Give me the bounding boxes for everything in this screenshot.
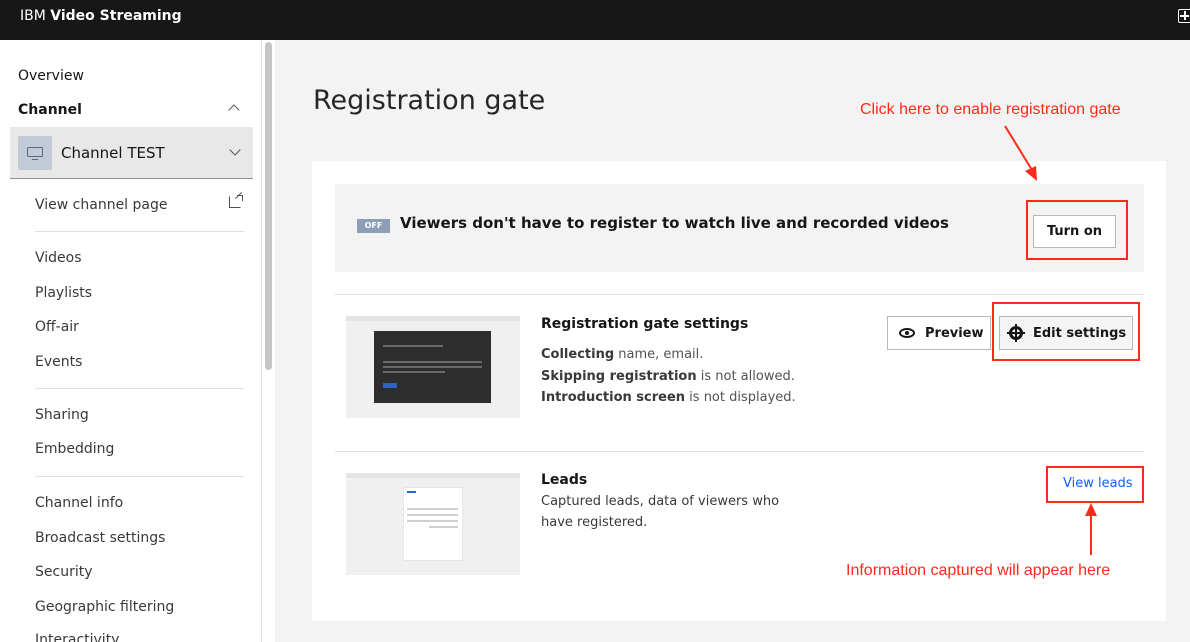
preview-button[interactable]: Preview — [887, 316, 991, 350]
page-title: Registration gate — [313, 85, 546, 116]
sidebar-item-events[interactable]: Events — [35, 354, 82, 370]
leads-description-line1: Captured leads, data of viewers who — [541, 494, 780, 509]
sidebar-item-off-air[interactable]: Off-air — [35, 319, 79, 335]
section-divider — [335, 294, 1144, 295]
settings-line-collecting: Collecting name, email. — [541, 347, 704, 362]
sidebar-item-playlists[interactable]: Playlists — [35, 285, 92, 301]
channel-thumbnail — [18, 136, 52, 170]
sidebar-item-overview[interactable]: Overview — [18, 68, 84, 84]
status-description: Viewers don't have to register to watch … — [400, 214, 949, 232]
sidebar-scrollbar-thumb[interactable] — [265, 42, 272, 370]
channel-select-value: Channel TEST — [61, 144, 165, 162]
brand-logo[interactable]: IBM Video Streaming — [20, 8, 182, 24]
settings-preview-thumbnail — [346, 316, 520, 418]
brand-ibm: IBM — [20, 8, 46, 24]
brand-product: Video Streaming — [50, 8, 182, 24]
chevron-up-icon[interactable] — [228, 104, 240, 116]
monitor-icon — [27, 147, 43, 161]
sidebar-item-broadcast-settings[interactable]: Broadcast settings — [35, 530, 165, 546]
external-link-icon[interactable] — [229, 195, 243, 208]
sidebar-item-interactivity[interactable]: Interactivity — [35, 632, 119, 642]
chevron-down-icon[interactable] — [229, 144, 241, 156]
highlight-edit-settings — [992, 302, 1140, 361]
channel-selector[interactable]: Channel TEST — [10, 127, 253, 179]
sidebar-item-channel-info[interactable]: Channel info — [35, 495, 123, 511]
add-icon[interactable] — [1178, 9, 1190, 23]
annotation-enable-gate: Click here to enable registration gate — [860, 101, 1121, 118]
sidebar-item-security[interactable]: Security — [35, 564, 93, 580]
highlight-view-leads — [1046, 466, 1144, 503]
section-divider — [335, 451, 1144, 452]
leads-preview-thumbnail — [346, 473, 520, 575]
sidebar-item-embedding[interactable]: Embedding — [35, 441, 114, 457]
sidebar-item-videos[interactable]: Videos — [35, 250, 82, 266]
sidebar-divider — [35, 388, 244, 389]
settings-line-intro: Introduction screen is not displayed. — [541, 390, 796, 405]
leads-description-line2: have registered. — [541, 515, 648, 530]
sidebar-divider — [35, 231, 244, 232]
top-navigation-bar: IBM Video Streaming — [0, 0, 1190, 40]
gate-status-panel: OFF Viewers don't have to register to wa… — [335, 184, 1144, 272]
sidebar-item-view-channel-page[interactable]: View channel page — [35, 197, 168, 213]
eye-icon — [899, 328, 915, 338]
sidebar-divider — [35, 476, 244, 477]
annotation-info-captured: Information captured will appear here — [846, 562, 1111, 579]
settings-line-skipping: Skipping registration is not allowed. — [541, 369, 795, 384]
sidebar: Overview Channel Channel TEST View chann… — [0, 40, 262, 642]
sidebar-item-geographic-filtering[interactable]: Geographic filtering — [35, 599, 174, 615]
leads-title: Leads — [541, 472, 588, 488]
settings-title: Registration gate settings — [541, 316, 749, 332]
sidebar-item-sharing[interactable]: Sharing — [35, 407, 89, 423]
status-badge: OFF — [357, 219, 390, 233]
sidebar-channel-heading[interactable]: Channel — [18, 102, 82, 118]
highlight-turn-on — [1026, 200, 1128, 260]
